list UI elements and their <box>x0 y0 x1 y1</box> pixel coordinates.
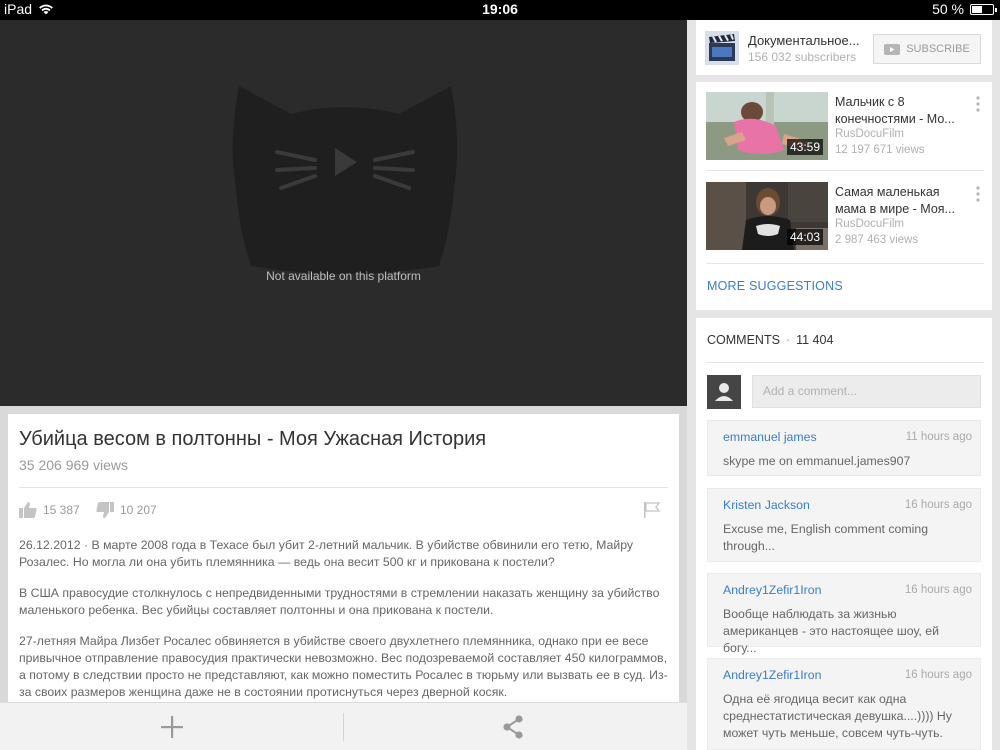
comment-author[interactable]: Kristen Jackson <box>723 498 810 512</box>
like-count: 15 387 <box>43 503 80 517</box>
subscriber-count: 156 032 subscribers <box>748 50 857 64</box>
subscribe-label: SUBSCRIBE <box>906 43 970 55</box>
comments-card: COMMENTS · 11 404 Add a comment... emmanue… <box>696 318 992 750</box>
channel-logo-icon[interactable] <box>705 31 739 65</box>
more-suggestions-link[interactable]: MORE SUGGESTIONS <box>707 279 843 293</box>
description-paragraph: 27-летняя Майра Лизбет Росалес обвиняетс… <box>19 634 668 699</box>
toolbar-separator <box>343 713 344 741</box>
comment-time: 16 hours ago <box>904 584 972 596</box>
comment-item: Kristen Jackson 16 hours ago Excuse me, … <box>707 488 981 562</box>
unavailable-cat-icon <box>232 86 458 274</box>
comment-text: Вообще наблюдать за жизнью американцев -… <box>723 607 939 655</box>
suggestion-thumbnail[interactable]: 43:59 <box>706 92 828 160</box>
thumbs-up-icon <box>19 502 37 518</box>
unavailable-message: Not available on this platform <box>266 269 421 283</box>
video-views: 35 206 969 views <box>19 457 128 473</box>
suggestion-title[interactable]: Мальчик с 8 конечностями - Мо... <box>835 94 965 128</box>
suggestion-item[interactable]: 43:59 Мальчик с 8 конечностями - Мо... R… <box>696 82 992 170</box>
comment-time: 11 hours ago <box>905 431 972 443</box>
description-paragraph: В США правосудие столкнулось с непредвид… <box>19 586 660 617</box>
comments-header: COMMENTS · 11 404 <box>707 333 834 347</box>
suggestion-divider <box>706 263 984 264</box>
flag-icon[interactable] <box>643 502 661 518</box>
comments-count: 11 404 <box>796 333 834 347</box>
comment-item: emmanuel james 11 hours ago skype me on … <box>707 420 981 476</box>
video-title: Убийца весом в полтонны - Моя Ужасная Ис… <box>19 428 487 450</box>
suggestion-title[interactable]: Самая маленькая мама в мире - Моя... <box>835 184 965 218</box>
video-duration: 44:03 <box>786 229 823 245</box>
like-button[interactable]: 15 387 <box>19 502 80 518</box>
channel-card: Документальное... 156 032 subscribers SU… <box>696 20 992 75</box>
status-bar: iPad 19:06 50 % <box>0 0 1000 20</box>
add-to-playlist-icon[interactable] <box>160 715 184 739</box>
dislike-button[interactable]: 10 207 <box>96 502 157 518</box>
status-time: 19:06 <box>482 1 518 17</box>
battery-icon <box>970 3 997 15</box>
suggestion-channel: RusDocuFilm <box>835 218 905 230</box>
thumbs-down-icon <box>96 502 114 518</box>
suggestion-views: 2 987 463 views <box>835 234 919 246</box>
bottom-toolbar <box>0 702 687 750</box>
comments-label: COMMENTS <box>707 333 780 347</box>
comment-item: Andrey1Zefir1Iron 16 hours ago Вообще на… <box>707 573 981 655</box>
share-icon[interactable] <box>502 715 524 739</box>
suggestion-item[interactable]: 44:03 Самая маленькая мама в мире - Моя.… <box>696 172 992 260</box>
video-player[interactable]: Not available on this platform <box>0 20 687 406</box>
comment-time: 16 hours ago <box>904 669 972 681</box>
comment-text: skype me on emmanuel.james907 <box>723 454 911 468</box>
comment-author[interactable]: emmanuel james <box>723 430 817 444</box>
battery-percent: 50 % <box>932 1 964 17</box>
comment-author[interactable]: Andrey1Zefir1Iron <box>723 583 821 597</box>
divider <box>19 487 668 488</box>
suggestion-channel: RusDocuFilm <box>835 128 905 140</box>
comment-item: Andrey1Zefir1Iron 16 hours ago Одна её я… <box>707 658 981 750</box>
dislike-count: 10 207 <box>120 503 157 517</box>
more-options-icon[interactable] <box>976 96 980 112</box>
user-avatar-icon <box>707 375 741 409</box>
subscribe-button[interactable]: SUBSCRIBE <box>873 34 981 64</box>
play-badge-icon <box>884 43 901 55</box>
add-comment-input[interactable]: Add a comment... <box>752 375 981 408</box>
comment-text: Excuse me, English comment coming throug… <box>723 522 929 553</box>
comment-time: 16 hours ago <box>904 499 972 511</box>
channel-name[interactable]: Документальное... <box>748 33 860 48</box>
suggestion-views: 12 197 671 views <box>835 144 925 156</box>
comment-author[interactable]: Andrey1Zefir1Iron <box>723 668 821 682</box>
video-info-card: Убийца весом в полтонны - Моя Ужасная Ис… <box>8 414 679 704</box>
more-options-icon[interactable] <box>976 186 980 202</box>
video-duration: 43:59 <box>786 139 823 155</box>
divider <box>706 362 984 363</box>
suggestion-thumbnail[interactable]: 44:03 <box>706 182 828 250</box>
description-paragraph: 26.12.2012 · В марте 2008 года в Техасе … <box>19 538 634 569</box>
suggestion-divider <box>706 170 984 171</box>
comment-text: Одна её ягодица весит как одна среднеста… <box>723 692 952 740</box>
suggestions-card: 43:59 Мальчик с 8 конечностями - Мо... R… <box>696 82 992 310</box>
video-description: 26.12.2012 · В марте 2008 года в Техасе … <box>19 537 668 704</box>
